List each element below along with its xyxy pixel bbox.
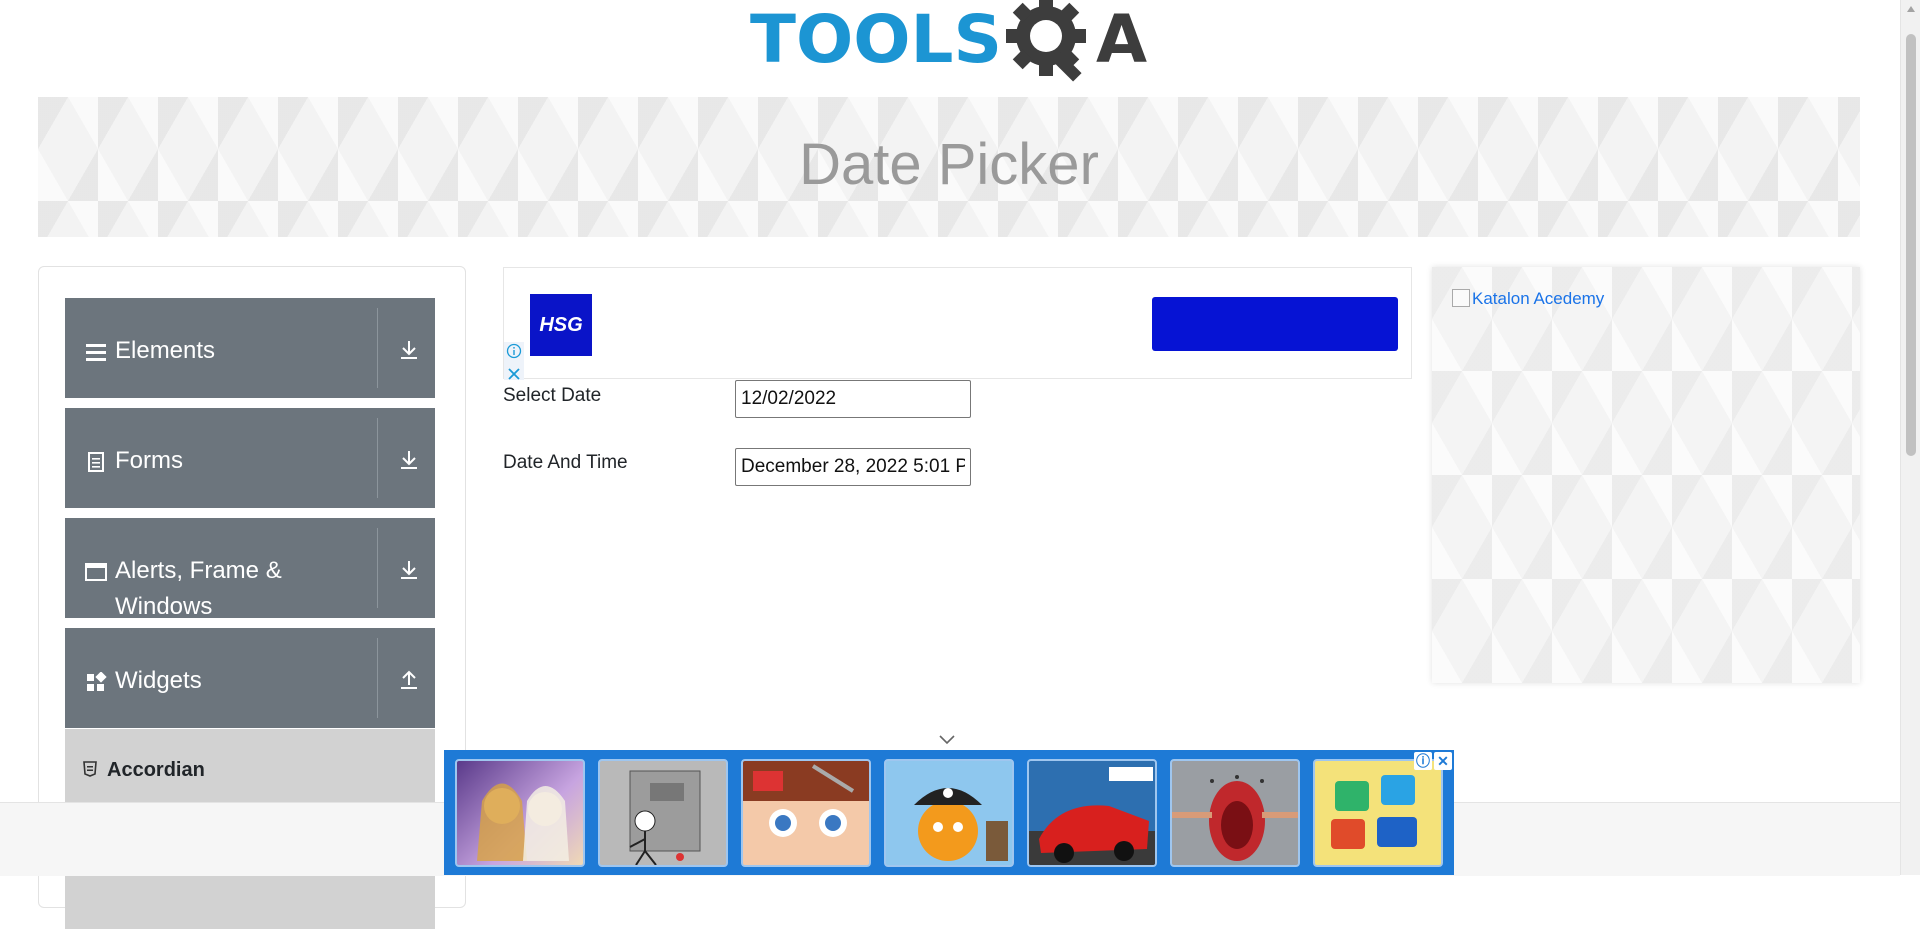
vertical-scrollbar[interactable]: [1900, 0, 1920, 875]
gear-magnifier-logo-icon: [1006, 0, 1086, 82]
game-thumbnail-frozen[interactable]: [455, 759, 585, 867]
html5-icon: [83, 761, 97, 777]
mouth-doctor-image: [1172, 775, 1298, 861]
frozen-sisters-image: [477, 783, 569, 861]
upload-icon[interactable]: [398, 668, 420, 690]
close-icon[interactable]: [504, 365, 524, 383]
sidebar-group-label: Alerts, Frame & Windows: [115, 553, 282, 625]
game-thumbnail-cars[interactable]: [1027, 759, 1157, 867]
chevron-down-icon[interactable]: [938, 734, 956, 746]
game-ad-info-icon[interactable]: ⓘ: [1414, 752, 1432, 770]
sidebar-group-label: Forms: [115, 447, 183, 474]
game-thumbnail-hair-salon[interactable]: [741, 759, 871, 867]
ad-choices[interactable]: [504, 342, 524, 380]
hair-salon-image: [743, 761, 869, 837]
widgets-icon: [87, 672, 107, 691]
broken-image-icon: [1452, 289, 1470, 307]
submenu-item-accordian[interactable]: Accordian: [83, 759, 205, 782]
submenu-item-label: Accordian: [107, 759, 205, 781]
hsg-ad-logo[interactable]: HSG: [530, 294, 592, 356]
window-icon: [85, 563, 107, 581]
date-and-time-label: Date And Time: [503, 452, 628, 473]
toolsqa-logo[interactable]: TOOLS A: [750, 0, 1155, 86]
menu-icon: [86, 344, 106, 361]
date-and-time-input[interactable]: [735, 448, 971, 486]
sidebar-group-label: Elements: [115, 337, 216, 364]
pirate-orange-image: [914, 788, 1008, 861]
sidebar-group-widgets[interactable]: Widgets: [65, 628, 435, 728]
game-thumbnail-stickman[interactable]: [598, 759, 728, 867]
document-icon: [88, 452, 104, 472]
logo-text-tools: TOOLS: [750, 1, 1002, 78]
sidebar-group-elements[interactable]: Elements: [65, 298, 435, 398]
game-thumbnail-car-parking[interactable]: [1313, 759, 1443, 867]
divider: [377, 308, 378, 388]
download-icon[interactable]: [398, 558, 420, 580]
scrollbar-thumb[interactable]: [1906, 34, 1916, 456]
page-title: Date Picker: [799, 132, 1099, 197]
scroll-up-arrow-icon[interactable]: [1907, 6, 1915, 12]
katalon-ad-link[interactable]: Katalon Acedemy: [1452, 289, 1604, 309]
select-date-input[interactable]: [735, 380, 971, 418]
sidebar-group-forms[interactable]: Forms: [65, 408, 435, 508]
bottom-game-ad[interactable]: ⓘ ✕: [444, 750, 1454, 875]
info-icon[interactable]: [504, 342, 524, 360]
right-ad[interactable]: Katalon Acedemy: [1432, 267, 1860, 683]
download-icon[interactable]: [398, 338, 420, 360]
divider: [377, 528, 378, 608]
game-thumbnail-mouth-doctor[interactable]: [1170, 759, 1300, 867]
game-ad-close-icon[interactable]: ✕: [1434, 752, 1452, 770]
logo-text-a: A: [1096, 1, 1147, 78]
select-date-label: Select Date: [503, 385, 602, 406]
sidebar-group-alerts-frame-windows[interactable]: Alerts, Frame & Windows: [65, 518, 435, 620]
download-icon[interactable]: [398, 448, 420, 470]
game-thumbnail-pirate-orange[interactable]: [884, 759, 1014, 867]
stickman-escape-image: [629, 770, 701, 865]
katalon-ad-alt-text: Katalon Acedemy: [1472, 289, 1605, 308]
ad-cta-button[interactable]: [1152, 297, 1398, 351]
car-parking-jam-image: [1331, 775, 1417, 849]
top-ad-banner[interactable]: HSG: [503, 267, 1412, 380]
divider: [377, 418, 378, 498]
cars-racing-image: [1029, 767, 1155, 865]
sidebar-group-label-line1: Alerts, Frame &: [115, 557, 282, 584]
sidebar-group-label-line2: Windows: [115, 593, 213, 620]
sidebar-group-label: Widgets: [115, 667, 202, 694]
divider: [377, 638, 378, 718]
page-banner: Date Picker: [38, 97, 1860, 237]
